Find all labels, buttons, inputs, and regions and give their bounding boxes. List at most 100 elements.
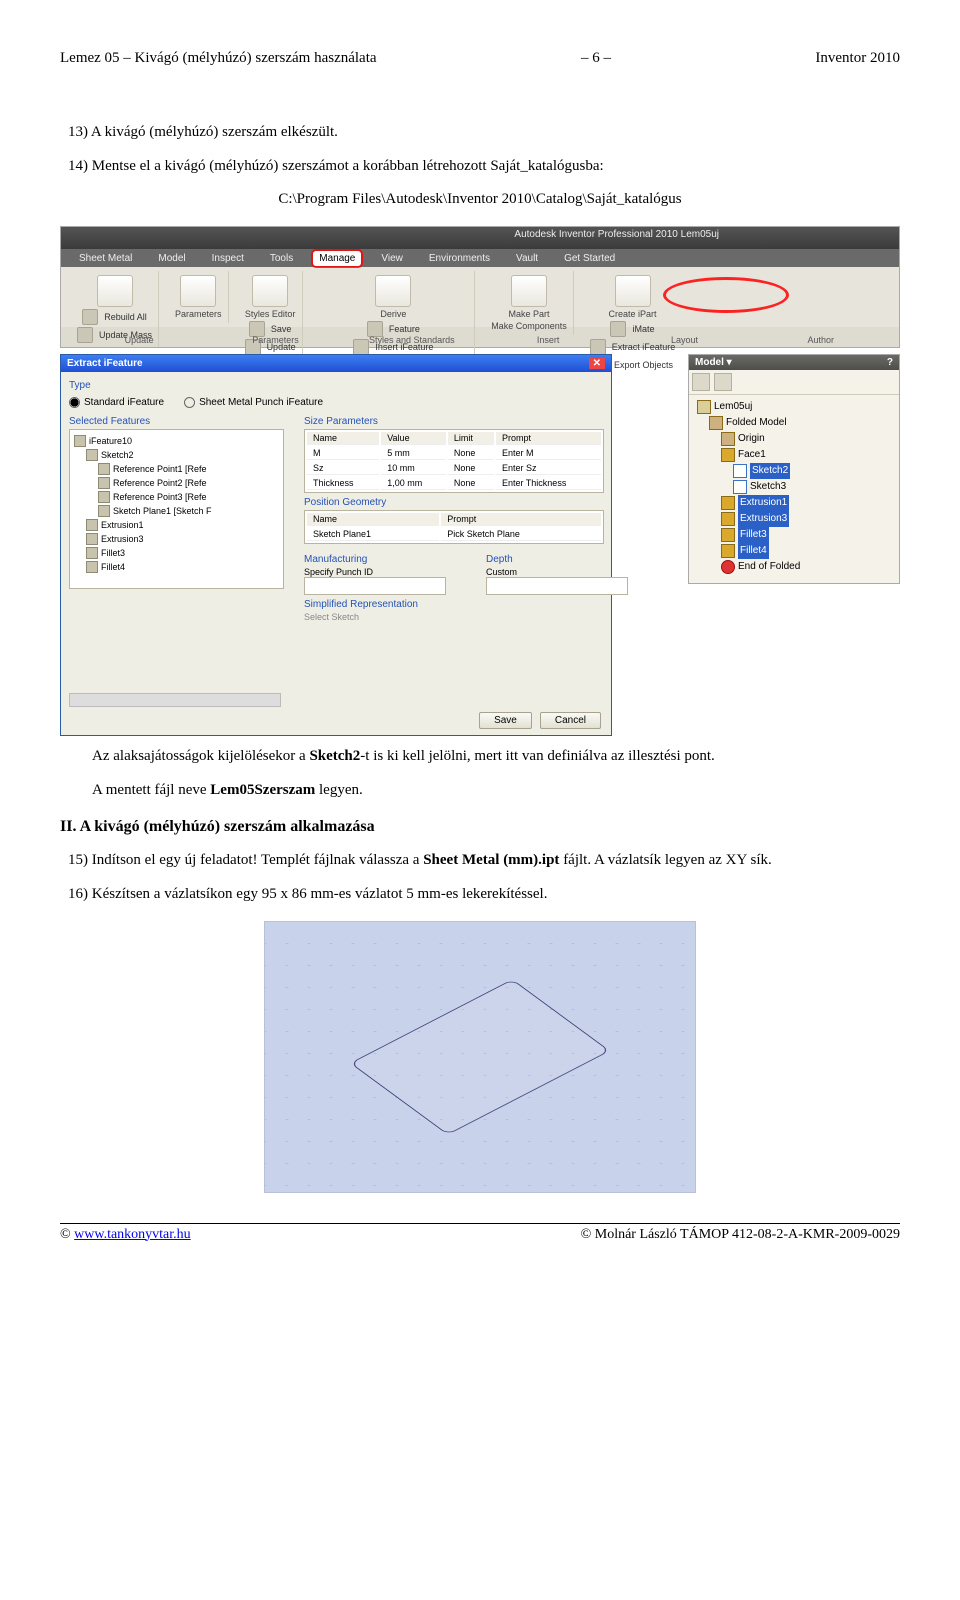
tree-icon xyxy=(86,519,98,531)
type-label: Type xyxy=(69,380,603,391)
manufacturing-label: Manufacturing xyxy=(304,554,446,565)
folded-icon xyxy=(709,416,723,430)
tree-item-refpt1: Reference Point1 [Refe xyxy=(113,462,207,476)
tree-item-extrusion3: Extrusion3 xyxy=(101,532,144,546)
footer-link[interactable]: www.tankonyvtar.hu xyxy=(74,1227,191,1242)
cancel-button[interactable]: Cancel xyxy=(540,712,601,729)
radio-sm-punch[interactable]: Sheet Metal Punch iFeature xyxy=(184,397,323,408)
tree-item-refpt3: Reference Point3 [Refe xyxy=(113,490,207,504)
model-tree[interactable]: Lem05uj Folded Model Origin Face1 Sketch… xyxy=(689,395,899,583)
tree-icon xyxy=(74,435,86,447)
model-item-selected: Fillet3 xyxy=(738,527,769,543)
header-center: – 6 – xyxy=(581,50,611,67)
rebuild-label: Rebuild All xyxy=(104,312,147,322)
header-left: Lemez 05 – Kivágó (mélyhúzó) szerszám ha… xyxy=(60,50,377,67)
sketch-rectangle xyxy=(350,979,610,1135)
make-part-label: Make Part xyxy=(508,309,549,319)
tab-sheet-metal[interactable]: Sheet Metal xyxy=(73,251,138,266)
panel-parameters: Parameters xyxy=(207,335,343,345)
model-item: Lem05uj xyxy=(714,399,752,415)
model-item: End of Folded xyxy=(738,559,800,575)
fillet-icon xyxy=(721,528,735,542)
screenshot-ribbon: Autodesk Inventor Professional 2010 Lem0… xyxy=(60,226,900,348)
export-objects-label: Export Objects xyxy=(614,360,673,370)
selected-features-label: Selected Features xyxy=(69,416,284,427)
extrusion-icon xyxy=(721,496,735,510)
model-item: Folded Model xyxy=(726,415,787,431)
custom-label: Custom xyxy=(486,567,628,577)
sketch-icon xyxy=(733,464,747,478)
tab-manage[interactable]: Manage xyxy=(313,251,361,266)
tree-item-fillet4: Fillet4 xyxy=(101,560,125,574)
create-ipart-icon[interactable] xyxy=(615,275,651,307)
ribbon-group-parameters: Parameters xyxy=(169,271,229,323)
step-13: 13) A kivágó (mélyhúzó) szerszám elkészü… xyxy=(60,122,900,142)
step-16: 16) Készítsen a vázlatsíkon egy 95 x 86 … xyxy=(60,884,900,904)
tree-icon xyxy=(86,547,98,559)
screenshot-sketch xyxy=(264,921,696,1193)
tab-vault[interactable]: Vault xyxy=(510,251,544,266)
fillet-icon xyxy=(721,544,735,558)
update-icon[interactable] xyxy=(97,275,133,307)
tree-icon xyxy=(98,491,110,503)
radio-standard-ifeature[interactable]: Standard iFeature xyxy=(69,397,164,408)
header-right: Inventor 2010 xyxy=(815,50,900,67)
step-15: 15) Indítson el egy új feladatot! Templé… xyxy=(60,850,900,870)
size-params-label: Size Parameters xyxy=(304,416,628,427)
make-components-label: Make Components xyxy=(491,321,567,331)
tree-item-sketchplane: Sketch Plane1 [Sketch F xyxy=(113,504,212,518)
size-params-table[interactable]: NameValue LimitPrompt M5 mmNoneEnter M S… xyxy=(304,429,604,493)
tab-get-started[interactable]: Get Started xyxy=(558,251,621,266)
parameters-icon[interactable] xyxy=(180,275,216,307)
tree-item-refpt2: Reference Point2 [Refe xyxy=(113,476,207,490)
tab-environments[interactable]: Environments xyxy=(423,251,496,266)
screenshot-dialog: Extract iFeature ✕ Type Standard iFeatur… xyxy=(60,354,612,736)
model-item: Origin xyxy=(738,431,765,447)
page-header: Lemez 05 – Kivágó (mélyhúzó) szerszám ha… xyxy=(60,50,900,67)
tab-model[interactable]: Model xyxy=(152,251,191,266)
face-icon xyxy=(721,448,735,462)
panel-insert: Insert xyxy=(480,335,616,345)
tab-view[interactable]: View xyxy=(375,251,409,266)
part-icon xyxy=(697,400,711,414)
simplified-rep-label: Simplified Representation xyxy=(304,599,628,610)
save-button[interactable]: Save xyxy=(479,712,532,729)
model-item: Sketch3 xyxy=(750,479,786,495)
h-scrollbar[interactable] xyxy=(69,693,281,707)
rebuild-icon[interactable] xyxy=(82,309,98,325)
tree-icon xyxy=(86,449,98,461)
page-footer: © www.tankonyvtar.hu © Molnár László TÁM… xyxy=(60,1223,900,1243)
position-geometry-table[interactable]: NamePrompt Sketch Plane1Pick Sketch Plan… xyxy=(304,510,604,544)
tree-icon xyxy=(98,463,110,475)
tab-tools[interactable]: Tools xyxy=(264,251,299,266)
tree-item-fillet3: Fillet3 xyxy=(101,546,125,560)
select-sketch-label: Select Sketch xyxy=(304,612,628,622)
styles-editor-icon[interactable] xyxy=(252,275,288,307)
ribbon-group-layout: Make Part Make Components xyxy=(485,271,574,335)
section-ii-title: II. A kivágó (mélyhúzó) szerszám alkalma… xyxy=(60,818,900,836)
ribbon-tabs[interactable]: Sheet Metal Model Inspect Tools Manage V… xyxy=(73,251,621,266)
para-sketch2: Az alaksajátosságok kijelölésekor a Sket… xyxy=(60,746,900,766)
panel-author: Author xyxy=(753,335,889,345)
model-item-selected: Fillet4 xyxy=(738,543,769,559)
close-icon[interactable]: ✕ xyxy=(589,358,605,369)
origin-icon xyxy=(721,432,735,446)
tree-item-extrusion1: Extrusion1 xyxy=(101,518,144,532)
tree-item-sketch2: Sketch2 xyxy=(101,448,134,462)
highlight-ring xyxy=(663,277,789,313)
selected-features-tree[interactable]: iFeature10 Sketch2 Reference Point1 [Ref… xyxy=(69,429,284,589)
model-item-selected: Extrusion1 xyxy=(738,495,789,511)
panel-update: Update xyxy=(71,335,207,345)
ribbon-group-labels: Update Parameters Styles and Standards I… xyxy=(71,335,889,345)
punch-id-field[interactable] xyxy=(304,577,446,595)
catalog-path: C:\Program Files\Autodesk\Inventor 2010\… xyxy=(60,191,900,208)
depth-field[interactable] xyxy=(486,577,628,595)
tree-icon xyxy=(86,533,98,545)
styles-editor-label: Styles Editor xyxy=(245,309,296,319)
tree-item-ifeature: iFeature10 xyxy=(89,434,132,448)
tab-inspect[interactable]: Inspect xyxy=(206,251,250,266)
make-part-icon[interactable] xyxy=(511,275,547,307)
derive-icon[interactable] xyxy=(375,275,411,307)
app-title: Autodesk Inventor Professional 2010 Lem0… xyxy=(514,229,719,240)
footer-right: Molnár László TÁMOP 412-08-2-A-KMR-2009-… xyxy=(595,1227,900,1242)
